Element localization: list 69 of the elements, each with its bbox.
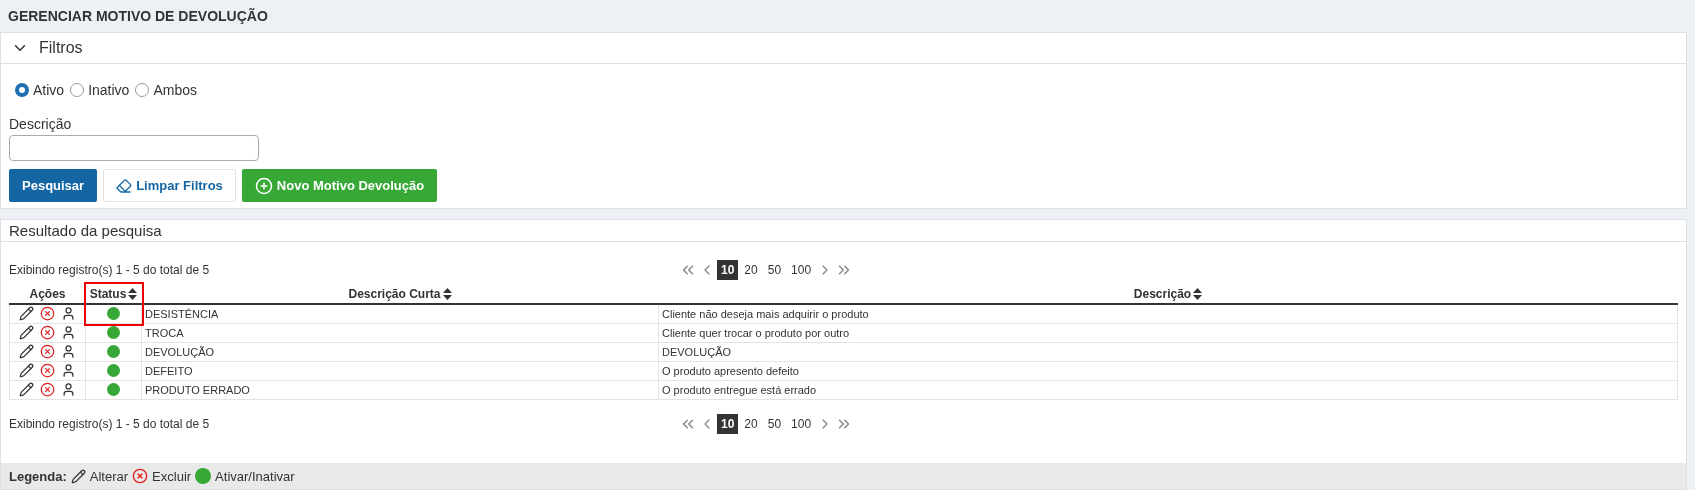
table-cell: PRODUTO ERRADO (141, 380, 659, 399)
description-field[interactable] (9, 135, 259, 161)
table-cell: Cliente quer trocar o produto por outro (658, 323, 1678, 342)
user-icon[interactable] (61, 306, 76, 322)
pencil-icon (70, 468, 86, 484)
panel-title: Resultado da pesquisa (1, 220, 1686, 242)
legend-label: Ativar/Inativar (215, 468, 295, 484)
user-icon[interactable] (61, 344, 76, 359)
legend-title: Legenda: (9, 468, 67, 484)
delete-icon[interactable] (40, 382, 55, 397)
edit-icon[interactable] (19, 363, 34, 378)
edit-icon[interactable] (19, 382, 34, 397)
status-dot[interactable] (107, 383, 120, 396)
status-dot[interactable] (107, 364, 120, 377)
edit-icon[interactable] (19, 344, 34, 359)
delete-icon[interactable] (40, 363, 55, 378)
page-size-option[interactable]: 10 (717, 413, 739, 434)
record-summary: Exibindo registro(s) 1 - 5 do total de 5 (9, 263, 211, 277)
table-cell: O produto apresento defeito (658, 361, 1678, 380)
field-label: Descrição (9, 116, 73, 132)
delete-icon[interactable] (40, 344, 55, 359)
table-cell: DEFEITO (141, 361, 659, 380)
edit-icon[interactable] (19, 325, 34, 340)
column-header[interactable]: Descrição Curta (348, 286, 441, 301)
clear-button[interactable]: Limpar Filtros (103, 169, 236, 202)
page-size-option[interactable]: 20 (740, 413, 762, 434)
sort-icon[interactable] (128, 287, 138, 300)
page-size-option[interactable]: 10 (717, 260, 739, 280)
plus-circle-icon (254, 176, 273, 195)
radio-button[interactable] (70, 83, 85, 97)
eraser-icon (116, 177, 133, 194)
record-summary: Exibindo registro(s) 1 - 5 do total de 5 (9, 416, 211, 431)
user-icon[interactable] (61, 325, 76, 340)
column-header[interactable]: Descrição (1133, 286, 1192, 301)
page-size-option[interactable]: 100 (787, 413, 816, 434)
panel-title: Filtros (39, 39, 83, 57)
radio-button[interactable] (135, 83, 150, 97)
table-cell: Cliente não deseja mais adquirir o produto (658, 304, 1678, 323)
radio-button[interactable] (15, 83, 29, 97)
radio-label[interactable]: Inativo (88, 82, 130, 98)
edit-icon[interactable] (19, 306, 34, 322)
status-dot[interactable] (107, 307, 120, 321)
table-cell: TROCA (141, 323, 659, 342)
delete-icon[interactable] (40, 325, 55, 340)
delete-icon[interactable] (40, 306, 55, 322)
highlight-frame (83, 282, 144, 326)
radio-label[interactable]: Ambos (153, 82, 197, 98)
radio-label[interactable]: Ativo (33, 82, 65, 98)
page-size-option[interactable]: 50 (763, 413, 786, 434)
status-dot (195, 468, 212, 484)
table-cell: O produto entregue está errado (658, 380, 1678, 399)
sort-icon[interactable] (442, 287, 452, 300)
search-button[interactable]: Pesquisar (9, 169, 98, 202)
column-header: Ações (29, 286, 66, 301)
table-cell: DEVOLUÇÃO (658, 342, 1678, 361)
user-icon[interactable] (61, 363, 76, 378)
legend-label: Excluir (152, 468, 192, 484)
table-cell: DEVOLUÇÃO (141, 342, 659, 361)
page-size-option[interactable]: 20 (740, 260, 762, 280)
sort-icon[interactable] (1193, 287, 1203, 300)
page-size-option[interactable]: 50 (763, 260, 786, 280)
legend-label: Alterar (89, 468, 129, 484)
table-cell: DESISTÊNCIA (141, 304, 659, 323)
page-size-option[interactable]: 100 (787, 260, 816, 280)
status-dot[interactable] (107, 326, 120, 339)
column-header[interactable]: Status (89, 286, 127, 301)
delete-icon (132, 468, 149, 484)
status-dot[interactable] (107, 345, 120, 358)
user-icon[interactable] (61, 382, 76, 397)
